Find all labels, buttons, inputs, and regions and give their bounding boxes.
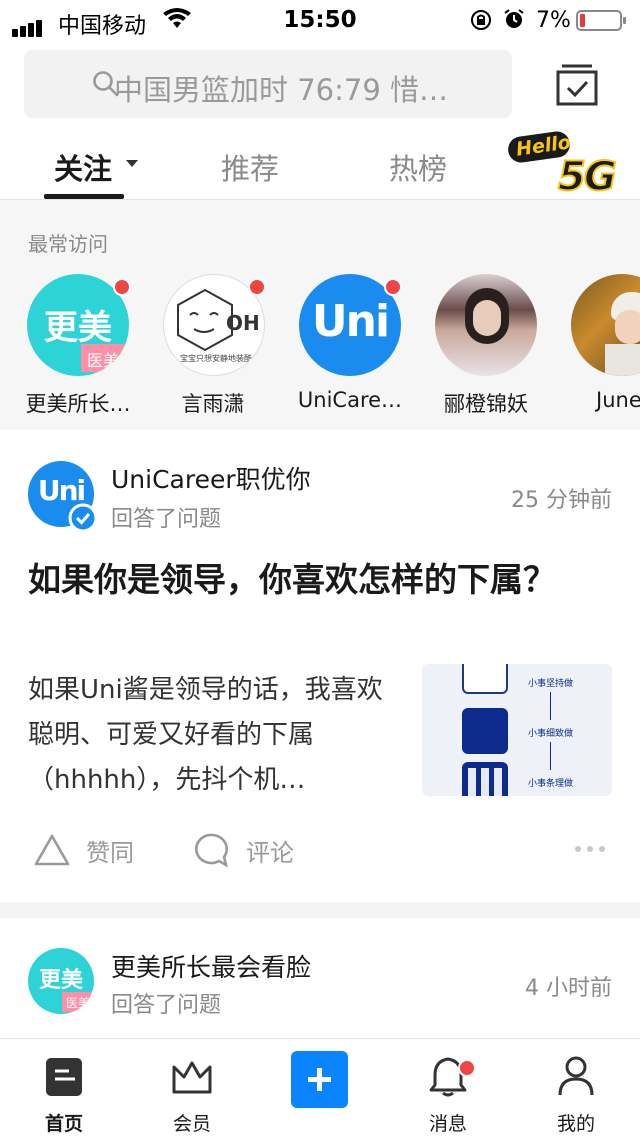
battery-percent: 7%: [536, 8, 571, 33]
nav-membership[interactable]: 会员: [142, 1039, 242, 1136]
home-icon: [46, 1058, 82, 1096]
author-action: 回答了问题: [111, 507, 222, 532]
answer-thumbnail[interactable]: 小事坚持做 小事细致做 小事条理做: [422, 664, 612, 796]
alarm-icon: [504, 9, 524, 28]
nav-home[interactable]: 首页: [14, 1039, 114, 1136]
comment-label[interactable]: 评论: [246, 833, 294, 868]
upvote-label[interactable]: 赞同: [86, 833, 134, 868]
battery-icon: [576, 10, 626, 31]
frequent-name[interactable]: June: [554, 388, 640, 412]
question-title[interactable]: 如果你是领导，你喜欢怎样的下属？: [28, 554, 568, 606]
promo-5g: 5G: [557, 153, 618, 201]
crown-icon: [172, 1061, 212, 1094]
unread-badge: [113, 278, 131, 296]
frequent-name[interactable]: 郦橙锦妖: [418, 388, 554, 418]
user-icon: [558, 1056, 594, 1096]
checkin-icon[interactable]: [556, 62, 598, 106]
nav-messages[interactable]: 消息: [398, 1039, 498, 1136]
tab-hot[interactable]: 热榜: [389, 146, 447, 188]
frequent-title: 最常访问: [28, 232, 108, 256]
author-name[interactable]: UniCareer职优你: [111, 460, 311, 496]
answer-excerpt[interactable]: 如果Uni酱是领导的话，我喜欢聪明、可爱又好看的下属（hhhhh），先抖个机…: [28, 668, 408, 803]
tab-follow[interactable]: 关注: [54, 146, 112, 188]
comment-icon[interactable]: [193, 832, 231, 868]
bottom-nav: 首页 会员 消息 我的: [0, 1038, 640, 1136]
upvote-icon[interactable]: [33, 833, 71, 867]
frequent-name[interactable]: 言雨潇: [145, 388, 281, 418]
unread-badge: [458, 1059, 476, 1077]
avatar-lichengjinyao[interactable]: [435, 274, 537, 376]
frequent-name[interactable]: UniCare…: [282, 388, 418, 412]
nav-create[interactable]: [270, 1039, 370, 1136]
search-bar[interactable]: 中国男篮加时 76:79 惜…: [24, 50, 512, 118]
add-post-button[interactable]: [291, 1051, 348, 1108]
unread-badge: [384, 278, 402, 296]
hello-5g-promo[interactable]: Hello 5G: [506, 129, 618, 201]
unread-badge: [248, 278, 266, 296]
rotation-lock-icon: [471, 10, 491, 30]
post-time: 4 小时前: [525, 976, 612, 1001]
frequent-name[interactable]: 更美所长…: [10, 388, 146, 418]
author-name[interactable]: 更美所长最会看脸: [111, 948, 311, 984]
post-time: 25 分钟前: [511, 488, 612, 513]
status-bar: 中国移动 15:50 7%: [0, 0, 640, 40]
verified-badge-icon: [68, 503, 98, 533]
nav-profile[interactable]: 我的: [526, 1039, 626, 1136]
chevron-down-icon[interactable]: [126, 160, 138, 168]
feed-separator: [0, 902, 640, 918]
more-options-icon[interactable]: [574, 845, 606, 853]
author-avatar[interactable]: 更美 医美: [28, 948, 94, 1014]
search-placeholder: 中国男篮加时 76:79 惜…: [114, 73, 449, 107]
tab-recommend[interactable]: 推荐: [221, 146, 279, 188]
author-action: 回答了问题: [111, 993, 222, 1018]
